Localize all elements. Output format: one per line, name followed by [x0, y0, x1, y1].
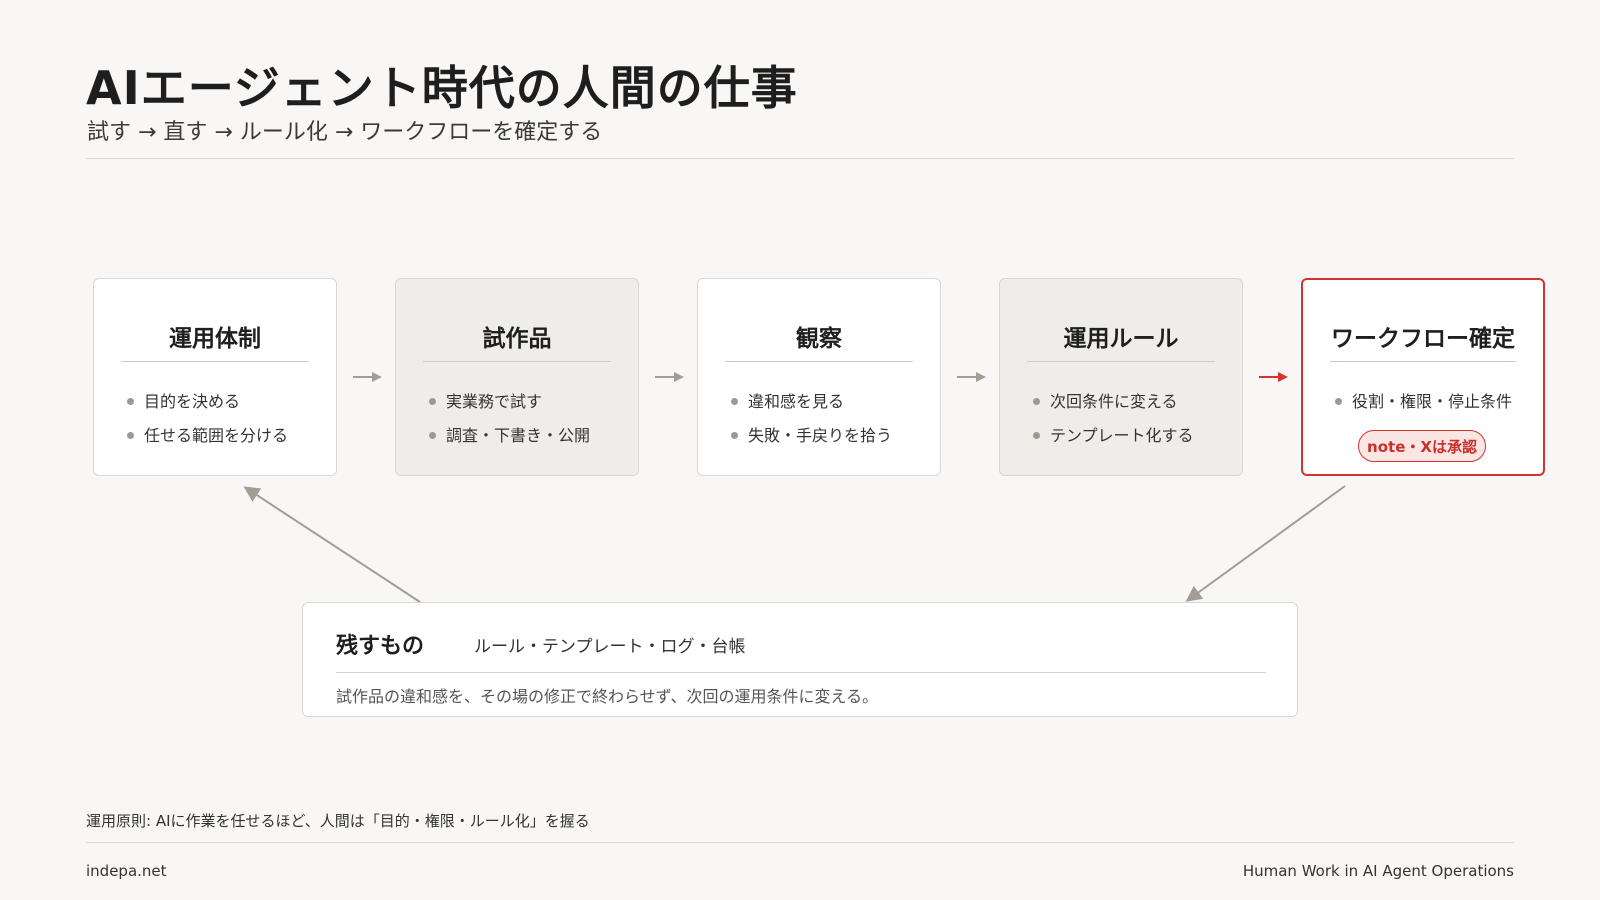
flow-box-divider [1027, 361, 1215, 362]
flow-box-operation-structure: 運用体制 [93, 278, 337, 476]
flow-box-prototype: 試作品 [395, 278, 639, 476]
flow-box-divider [1330, 361, 1516, 362]
keep-title: 残すもの [336, 634, 425, 659]
flow-bullet-text: 調査・下書き・公開 [446, 426, 591, 445]
bullet-dot-icon [1335, 398, 1342, 405]
flow-bullet: 役割・権限・停止条件 [1335, 388, 1512, 412]
flow-box-divider [423, 361, 611, 362]
flow-bullet: 実業務で試す [429, 388, 542, 412]
bullet-dot-icon [127, 398, 134, 405]
approval-badge: note・Xは承認 [1358, 430, 1486, 462]
flow-bullet-text: 次回条件に変える [1050, 392, 1178, 411]
flow-box-operation-rules: 運用ルール [999, 278, 1243, 476]
flow-bullet-text: 実業務で試す [446, 392, 543, 411]
flow-bullet: 調査・下書き・公開 [429, 422, 590, 446]
loop-arrow-up [243, 486, 421, 603]
flow-bullet-text: 違和感を見る [748, 392, 845, 411]
footer-divider [86, 842, 1514, 843]
keep-divider [336, 672, 1266, 673]
bullet-dot-icon [731, 398, 738, 405]
footer-caption: Human Work in AI Agent Operations [1242, 862, 1514, 880]
loop-arrow-down [1185, 485, 1346, 602]
bullet-dot-icon [1033, 398, 1040, 405]
bullet-dot-icon [429, 398, 436, 405]
flow-box-title: 運用体制 [169, 326, 261, 352]
bullet-dot-icon [127, 432, 134, 439]
flow-box-observation: 観察 [697, 278, 941, 476]
flow-bullet-text: 失敗・手戻りを拾う [748, 426, 893, 445]
bullet-dot-icon [429, 432, 436, 439]
flow-bullet: 次回条件に変える [1033, 388, 1178, 412]
keep-note: 試作品の違和感を、その場の修正で終わらせず、次回の運用条件に変える。 [336, 687, 879, 706]
flow-bullet: 任せる範囲を分ける [127, 422, 288, 446]
flow-box-title: 試作品 [482, 326, 552, 352]
flow-box-title: 運用ルール [1063, 326, 1179, 352]
bullet-dot-icon [731, 432, 738, 439]
flow-bullet: 失敗・手戻りを拾う [731, 422, 892, 446]
page-title: AIエージェント時代の人間の仕事 [86, 61, 798, 115]
flow-bullet-text: 目的を決める [144, 392, 241, 411]
flow-box-divider [725, 361, 913, 362]
flow-bullet: 目的を決める [127, 388, 240, 412]
flow-bullet: テンプレート化する [1033, 422, 1194, 446]
flow-bullet-text: テンプレート化する [1050, 426, 1194, 445]
bullet-dot-icon [1033, 432, 1040, 439]
operation-principle: 運用原則: AIに作業を任せるほど、人間は「目的・権限・ルール化」を握る [86, 812, 590, 830]
flow-bullet: 違和感を見る [731, 388, 844, 412]
flow-box-divider [121, 361, 309, 362]
flow-box-title: ワークフロー確定 [1331, 326, 1515, 352]
flow-box-title: 観察 [796, 326, 842, 352]
footer-site: indepa.net [86, 862, 167, 880]
keep-items: ルール・テンプレート・ログ・台帳 [474, 637, 746, 657]
flow-bullet-text: 任せる範囲を分ける [144, 426, 289, 445]
flow-bullet-text: 役割・権限・停止条件 [1352, 392, 1513, 411]
page-subtitle: 試す → 直す → ルール化 → ワークフローを確定する [87, 120, 603, 145]
header-divider [86, 158, 1514, 159]
